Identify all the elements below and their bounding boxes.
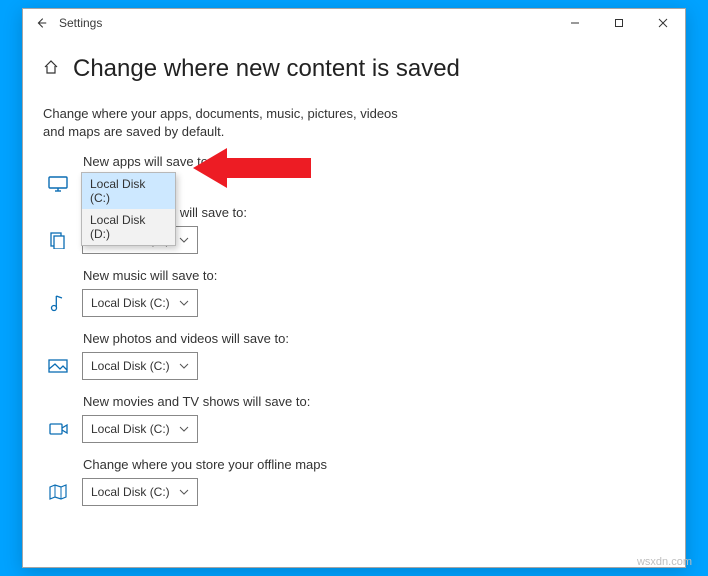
label-movies: New movies and TV shows will save to: [83,394,665,409]
arrow-icon [193,144,313,192]
chevron-down-icon [179,426,189,432]
app-title: Settings [59,16,102,30]
chevron-down-icon [179,300,189,306]
apps-option-c[interactable]: Local Disk (C:) [82,173,175,209]
section-photos: New photos and videos will save to: Loca… [43,331,665,380]
label-music: New music will save to: [83,268,665,283]
photos-dropdown[interactable]: Local Disk (C:) [82,352,198,380]
apps-icon [46,175,70,191]
label-photos: New photos and videos will save to: [83,331,665,346]
window-controls [553,9,685,37]
titlebar: Settings [23,9,685,37]
chevron-down-icon [179,489,189,495]
movies-value: Local Disk (C:) [91,422,170,436]
label-apps: New apps will save to: [83,154,665,169]
maps-value: Local Disk (C:) [91,485,170,499]
chevron-down-icon [179,363,189,369]
settings-window: Settings Change where new content is sav… [22,8,686,568]
page-title: Change where new content is saved [73,55,460,83]
music-icon [46,295,70,311]
page-header: Change where new content is saved [43,55,665,83]
minimize-icon [570,18,580,28]
photos-icon [46,358,70,374]
label-maps: Change where you store your offline maps [83,457,665,472]
music-value: Local Disk (C:) [91,296,170,310]
close-button[interactable] [641,9,685,37]
chevron-down-icon [179,237,189,243]
photos-value: Local Disk (C:) [91,359,170,373]
callout-arrow [193,144,313,192]
section-movies: New movies and TV shows will save to: Lo… [43,394,665,443]
close-icon [658,18,668,28]
apps-dropdown-open: Local Disk (C:) Local Disk (D:) [81,172,176,246]
documents-icon [46,232,70,248]
maps-dropdown[interactable]: Local Disk (C:) [82,478,198,506]
movies-icon [46,421,70,437]
section-music: New music will save to: Local Disk (C:) [43,268,665,317]
maximize-button[interactable] [597,9,641,37]
section-maps: Change where you store your offline maps… [43,457,665,506]
section-apps: New apps will save to: Local Disk (C:) L… [43,154,665,191]
apps-option-d[interactable]: Local Disk (D:) [82,209,175,245]
home-icon [43,59,59,75]
home-button[interactable] [43,59,59,80]
minimize-button[interactable] [553,9,597,37]
music-dropdown[interactable]: Local Disk (C:) [82,289,198,317]
content-area: Change where new content is saved Change… [23,37,685,567]
watermark: wsxdn.com [637,556,692,568]
movies-dropdown[interactable]: Local Disk (C:) [82,415,198,443]
page-description: Change where your apps, documents, music… [43,105,403,140]
back-button[interactable] [29,11,53,35]
arrow-left-icon [34,16,48,30]
maps-icon [46,484,70,500]
maximize-icon [614,18,624,28]
